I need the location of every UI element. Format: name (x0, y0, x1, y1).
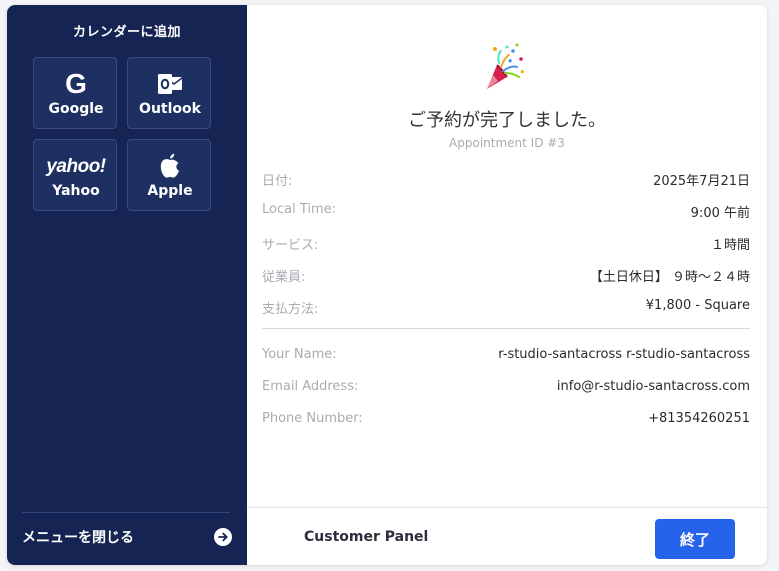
add-to-apple-calendar-button[interactable]: Apple (127, 139, 211, 211)
detail-row-date: 日付: 2025年7月21日 (262, 170, 750, 190)
confirmation-title: ご予約が完了しました。 (408, 110, 606, 131)
customer-row-phone: Phone Number: +81354260251 (262, 411, 750, 431)
detail-value: ¥1,800 - Square (645, 298, 750, 313)
customer-row-email: Email Address: info@r-studio-santacross.… (262, 379, 750, 399)
detail-row-service: サービス: １時間 (262, 234, 750, 254)
detail-value: １時間 (710, 238, 750, 253)
add-to-google-calendar-button[interactable]: G Google (33, 57, 117, 129)
detail-value: 9:00 午前 (690, 206, 750, 221)
detail-row-local-time: Local Time: 9:00 午前 (262, 202, 750, 222)
customer-value: r-studio-santacross r-studio-santacross (498, 347, 750, 362)
google-g-icon: G (65, 68, 87, 99)
customer-label: Phone Number: (262, 411, 363, 426)
detail-label: 支払方法: (262, 302, 319, 317)
section-divider (262, 328, 750, 329)
sidebar-divider (22, 512, 230, 513)
detail-label: Local Time: (262, 202, 337, 217)
arrow-right-circle-icon (214, 528, 232, 546)
customer-panel-link[interactable]: Customer Panel (304, 529, 428, 545)
finish-button[interactable]: 終了 (655, 519, 735, 559)
detail-row-employee: 従業員: 【土日休日】 ９時〜２４時 (262, 266, 750, 286)
outlook-label: Outlook (139, 101, 201, 117)
apple-icon (128, 152, 212, 180)
google-label: Google (48, 101, 104, 117)
close-menu-button[interactable]: メニューを閉じる (22, 515, 232, 557)
detail-row-payment-method: 支払方法: ¥1,800 - Square (262, 298, 750, 318)
yahoo-logo-icon: yahoo! (46, 155, 106, 177)
confirmation-panel: ご予約が完了しました。 Appointment ID #3 日付: 2025年7… (247, 5, 767, 565)
detail-label: 日付: (262, 174, 293, 189)
booking-confirmation-dialog: カレンダーに追加 G Google Outlook yahoo! Yahoo A… (7, 5, 767, 565)
customer-value: +81354260251 (648, 411, 750, 426)
detail-label: 従業員: (262, 270, 306, 285)
detail-label: サービス: (262, 238, 319, 253)
close-menu-label: メニューを閉じる (22, 530, 134, 546)
detail-value: 2025年7月21日 (653, 174, 750, 189)
outlook-icon (128, 70, 212, 98)
sidebar-title: カレンダーに追加 (72, 25, 181, 40)
party-popper-icon (483, 43, 527, 93)
detail-value: 【土日休日】 ９時〜２４時 (589, 270, 750, 285)
customer-label: Email Address: (262, 379, 359, 394)
customer-label: Your Name: (262, 347, 337, 362)
add-to-yahoo-calendar-button[interactable]: yahoo! Yahoo (33, 139, 117, 211)
customer-value: info@r-studio-santacross.com (556, 379, 750, 394)
yahoo-label: Yahoo (52, 183, 100, 199)
add-to-outlook-calendar-button[interactable]: Outlook (127, 57, 211, 129)
dialog-footer: Customer Panel 終了 (247, 507, 767, 565)
appointment-id: Appointment ID #3 (449, 136, 565, 150)
sidebar: カレンダーに追加 G Google Outlook yahoo! Yahoo A… (7, 5, 247, 565)
apple-label: Apple (147, 183, 193, 199)
customer-row-name: Your Name: r-studio-santacross r-studio-… (262, 347, 750, 367)
